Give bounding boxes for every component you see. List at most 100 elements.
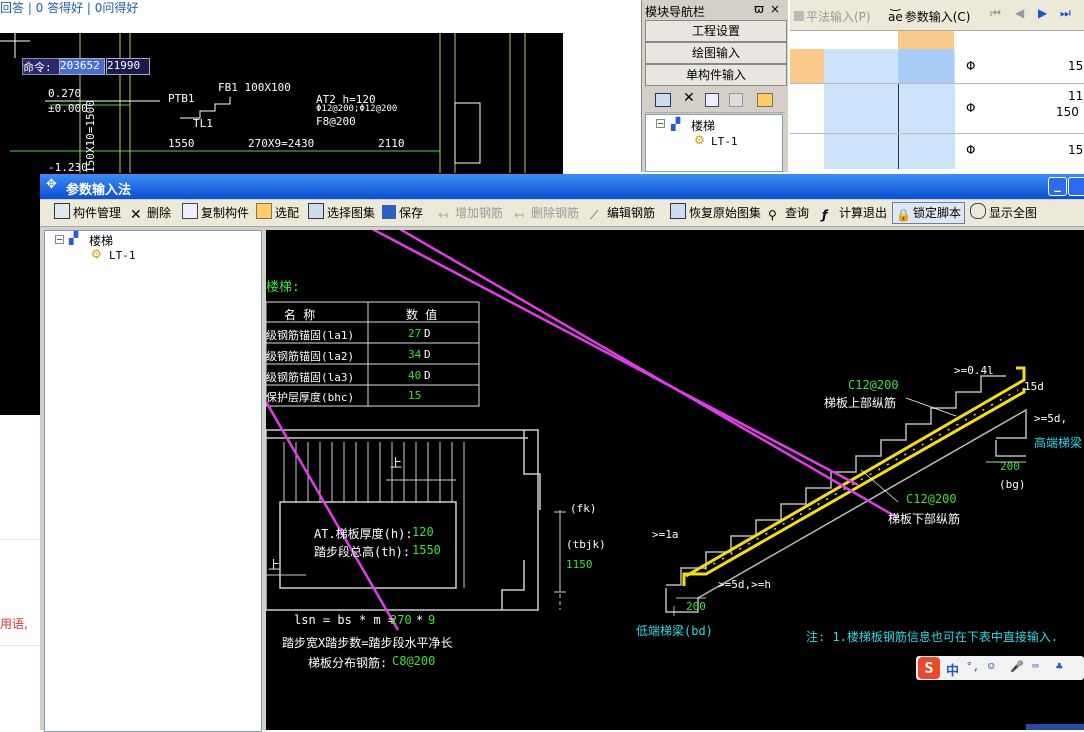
close-icon[interactable]: × — [770, 2, 780, 16]
select-icon[interactable] — [757, 93, 773, 107]
height-value[interactable]: 1550 — [412, 543, 441, 557]
binoculars-icon: ⚲ — [768, 208, 777, 222]
drawing-heading: 楼梯: — [266, 280, 300, 295]
last-icon[interactable]: ⏭ — [1060, 6, 1071, 21]
first-icon[interactable]: ⏮ — [990, 6, 1001, 21]
ime-toolbar[interactable]: S 中 °, ☺ 🎤 ⌨ ♣ — [916, 656, 1084, 680]
top-bar-value[interactable]: C12@200 — [848, 378, 899, 392]
low-beam-label: 低端梯梁(bd) — [636, 624, 713, 638]
restore-atlas-button[interactable]: 恢复原始图集 — [670, 203, 761, 223]
high-beam-label: 高端梯梁 — [1034, 436, 1083, 450]
dialog-titlebar[interactable]: ✥ 参数输入法 _ — [40, 174, 1084, 199]
stats-text[interactable]: 回答 | 0 答得好 | 0问得好 — [0, 0, 138, 16]
formula-bs[interactable]: 270 — [390, 613, 412, 627]
cmd-label: 命令: — [22, 58, 60, 75]
table-cell-name: 级钢筋锚固(la1) — [266, 329, 355, 342]
scrollbar-thumb[interactable] — [1026, 724, 1084, 730]
list-icon — [54, 203, 70, 219]
gear-icon: ⚙ — [91, 247, 102, 261]
delete-rebar-icon: ↤ — [514, 208, 525, 222]
table-cell-unit: D — [424, 327, 431, 340]
table-cell-value[interactable]: 40 — [408, 369, 421, 382]
drawing-canvas[interactable]: 楼梯: 名 称 数 值 级钢筋锚固(la1) 27 D 级钢筋锚固(la2) 3… — [266, 230, 1084, 730]
low-beam-width[interactable]: 200 — [686, 600, 706, 613]
save-button[interactable]: 保存 — [382, 203, 423, 223]
height-label: 踏步段总高(th): — [314, 545, 411, 559]
grid-value[interactable]: 110 — [1068, 89, 1084, 103]
bg-label: FB1 100X100 — [218, 81, 291, 94]
table-cell-value[interactable]: 34 — [408, 348, 421, 361]
delete-button[interactable]: ✕ 删除 — [130, 203, 171, 223]
high-beam-width[interactable]: 200 — [1000, 460, 1020, 473]
row-header[interactable] — [790, 49, 824, 83]
grid-value[interactable]: 158 — [1068, 59, 1084, 73]
copy-component-button[interactable]: 复制构件 — [182, 203, 249, 223]
select-button[interactable]: 选配 — [256, 203, 299, 223]
module-nav-panel: 模块导航栏 ϖ × 工程设置 绘图输入 单构件输入 ✕ − ▞ 楼梯 ⚙ LT-… — [641, 0, 788, 172]
copy-icon[interactable] — [705, 93, 719, 107]
bg-label: F8@200 — [316, 115, 356, 128]
query-button[interactable]: ⚲ 查询 — [768, 203, 809, 223]
mic-icon[interactable]: 🎤 — [1010, 660, 1024, 673]
button-label: 查询 — [785, 206, 810, 220]
table-cell-name: 保护层厚度(bhc) — [266, 391, 355, 404]
table-cell-name: 级钢筋锚固(la3) — [266, 371, 355, 384]
collapse-icon[interactable]: − — [656, 119, 665, 128]
button-label: 显示全图 — [989, 206, 1038, 220]
next-icon[interactable]: ▶ — [1038, 6, 1047, 20]
ime-lang[interactable]: 中 — [946, 660, 959, 679]
edit-rebar-button[interactable]: ⟋ 编辑钢筋 — [590, 203, 655, 223]
lock-icon: 🔒 — [896, 208, 911, 222]
tree-child[interactable]: LT-1 — [711, 135, 738, 148]
dist-rebar-value[interactable]: C8@200 — [392, 654, 435, 668]
dialog-title: 参数输入法 — [66, 183, 132, 198]
nav-item-project-settings[interactable]: 工程设置 — [645, 20, 787, 42]
component-manage-button[interactable]: 构件管理 — [54, 203, 121, 223]
grid-value[interactable]: 158 — [1068, 143, 1084, 157]
nav-toolbar: ✕ — [645, 90, 785, 113]
stairs-icon: ▞ — [671, 117, 681, 131]
tree-child[interactable]: LT-1 — [109, 249, 136, 262]
collapse-icon[interactable]: − — [55, 235, 64, 244]
add-rebar-button[interactable]: ↤ 增加钢筋 — [438, 203, 503, 223]
15d-label: 15d — [1024, 380, 1044, 393]
delete-icon[interactable]: ✕ — [683, 90, 695, 106]
cmd-y-input[interactable]: 21990 — [106, 58, 150, 75]
tab-pingfa[interactable]: 平法输入(P) — [794, 8, 871, 25]
grid-cell-selected[interactable] — [898, 49, 954, 83]
prev-icon[interactable]: ◀ — [1015, 6, 1024, 20]
tree-root[interactable]: 楼梯 — [691, 117, 715, 134]
divider — [0, 645, 42, 646]
calc-exit-button[interactable]: ƒ 计算退出 — [822, 203, 887, 223]
width-value[interactable]: 1150 — [566, 558, 593, 571]
keyboard-icon[interactable]: ⌨ — [1032, 660, 1039, 673]
formula-m[interactable]: 9 — [428, 613, 435, 627]
maximize-button[interactable] — [1068, 177, 1084, 196]
cmd-x-input[interactable]: 203652 — [59, 58, 105, 75]
tab-param-input[interactable]: a͝e 参数输入(C) — [888, 8, 971, 25]
paste-icon[interactable] — [729, 93, 743, 107]
nav-item-draw-input[interactable]: 绘图输入 — [645, 42, 787, 64]
list-icon[interactable] — [655, 93, 671, 107]
grid-value[interactable]: 150 — [1056, 105, 1079, 119]
divider — [0, 539, 42, 540]
minimize-button[interactable]: _ — [1048, 177, 1067, 196]
formula-lhs: lsn = bs * m = — [294, 613, 396, 627]
pin-icon[interactable]: ϖ — [754, 2, 764, 16]
bg-label: PTB1 — [168, 92, 195, 105]
choose-atlas-button[interactable]: 选择图集 — [308, 203, 375, 223]
select-icon — [256, 203, 272, 219]
skin-icon[interactable]: ♣ — [1056, 660, 1063, 673]
punct-icon[interactable]: °, — [966, 660, 979, 673]
show-all-button[interactable]: 显示全图 — [970, 203, 1037, 223]
table-cell-value[interactable]: 27 — [408, 327, 421, 340]
nav-item-single-component[interactable]: 单构件输入 — [645, 64, 787, 86]
table-cell-value[interactable]: 15 — [408, 389, 421, 402]
thickness-value[interactable]: 120 — [412, 525, 434, 539]
lock-script-button[interactable]: 🔒 锁定脚本 — [892, 202, 966, 224]
grid-body[interactable]: Φ Φ Φ 158 110 150 158 — [790, 49, 1084, 172]
delete-rebar-button[interactable]: ↤ 删除钢筋 — [514, 203, 579, 223]
add-rebar-icon: ↤ — [438, 208, 449, 222]
bottom-bar-value[interactable]: C12@200 — [906, 492, 957, 506]
emoji-icon[interactable]: ☺ — [988, 660, 995, 673]
